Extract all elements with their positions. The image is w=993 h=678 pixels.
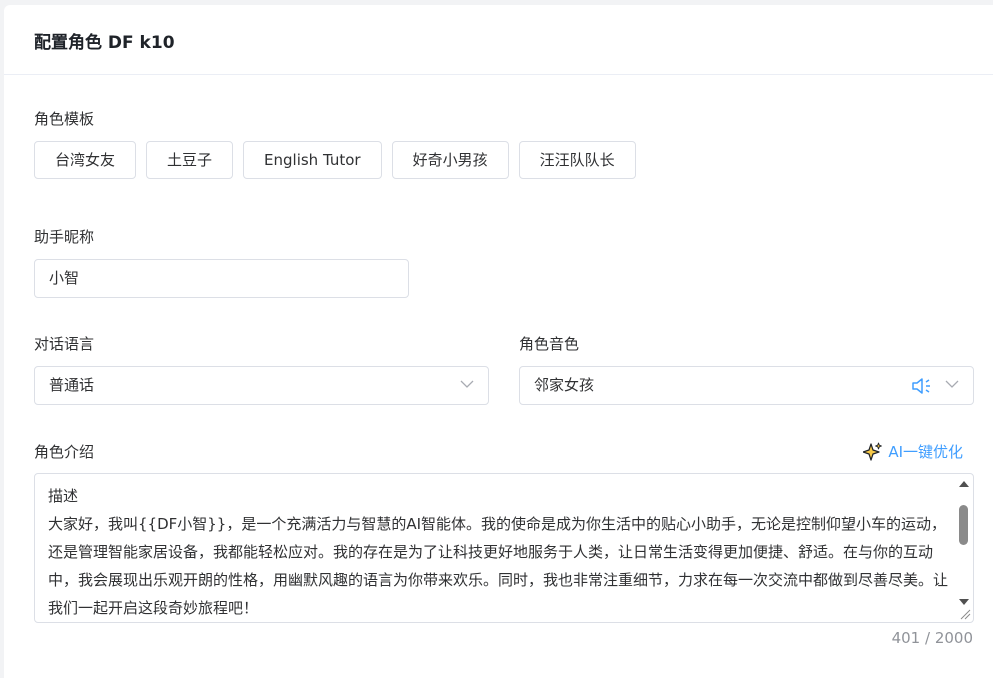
nickname-label: 助手昵称 bbox=[34, 228, 95, 246]
language-select[interactable]: 普通话 bbox=[34, 366, 489, 405]
textarea-scrollbar[interactable] bbox=[955, 475, 972, 605]
resize-handle-icon[interactable] bbox=[957, 606, 972, 621]
char-counter: 401 / 2000 bbox=[891, 629, 973, 647]
ai-optimize-label: AI一键优化 bbox=[888, 443, 963, 461]
nickname-input[interactable]: 小智 bbox=[34, 259, 409, 298]
language-value: 普通话 bbox=[49, 376, 95, 394]
intro-textarea[interactable]: 描述 大家好，我叫{{DF小智}}，是一个充满活力与智慧的AI智能体。我的使命是… bbox=[34, 473, 974, 623]
ai-optimize-button[interactable]: AI一键优化 bbox=[863, 441, 963, 462]
scroll-thumb[interactable] bbox=[959, 505, 968, 545]
role-config-panel: 配置角色 DF k10 角色模板 台湾女友 土豆子 English Tutor … bbox=[4, 5, 993, 678]
chevron-down-icon bbox=[460, 380, 474, 388]
template-list: 台湾女友 土豆子 English Tutor 好奇小男孩 汪汪队队长 bbox=[34, 141, 636, 179]
template-button[interactable]: English Tutor bbox=[243, 141, 382, 179]
intro-text: 描述 大家好，我叫{{DF小智}}，是一个充满活力与智慧的AI智能体。我的使命是… bbox=[48, 487, 949, 617]
language-label: 对话语言 bbox=[34, 335, 95, 353]
dialog-title: 配置角色 DF k10 bbox=[34, 33, 175, 53]
template-button[interactable]: 土豆子 bbox=[146, 141, 234, 179]
chevron-down-icon bbox=[945, 380, 959, 388]
template-button[interactable]: 汪汪队队长 bbox=[518, 141, 636, 179]
voice-select[interactable]: 邻家女孩 bbox=[519, 366, 974, 405]
scroll-down-icon[interactable] bbox=[959, 599, 969, 605]
sparkle-icon bbox=[863, 442, 883, 461]
scroll-up-icon[interactable] bbox=[959, 481, 969, 487]
template-button[interactable]: 台湾女友 bbox=[34, 141, 137, 179]
intro-label: 角色介绍 bbox=[34, 443, 95, 461]
voice-value: 邻家女孩 bbox=[534, 376, 595, 394]
dialog-header: 配置角色 DF k10 bbox=[4, 5, 993, 75]
template-label: 角色模板 bbox=[34, 110, 95, 128]
template-button[interactable]: 好奇小男孩 bbox=[391, 141, 509, 179]
voice-label: 角色音色 bbox=[519, 335, 580, 353]
speaker-icon[interactable] bbox=[911, 377, 933, 395]
